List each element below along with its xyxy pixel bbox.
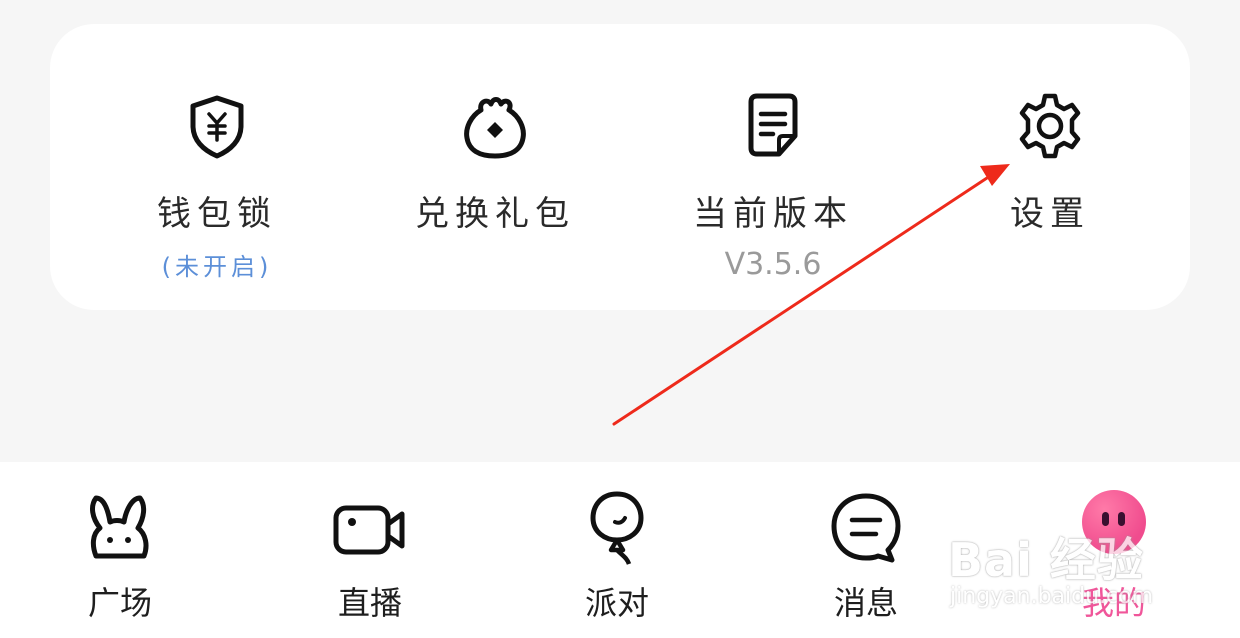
version-number: V3.5.6	[724, 247, 822, 282]
tab-label: 我的	[1081, 584, 1146, 622]
party-balloon-icon	[577, 488, 657, 568]
tab-label: 广场	[87, 584, 152, 622]
document-icon	[737, 90, 809, 162]
tab-live[interactable]: 直播	[270, 488, 470, 624]
menu-item-redeem-gift[interactable]: 兑换礼包	[385, 90, 605, 235]
money-bag-icon	[459, 90, 531, 162]
tab-me[interactable]: 我的	[1014, 488, 1214, 624]
chat-bubble-icon	[826, 488, 906, 568]
shield-yuan-icon	[181, 90, 253, 162]
tab-party[interactable]: 派对	[517, 488, 717, 624]
menu-label: 钱包锁	[157, 194, 277, 234]
menu-label: 当前版本	[693, 194, 853, 234]
avatar-icon	[1082, 490, 1146, 554]
tab-label: 直播	[337, 584, 402, 622]
menu-label: 设置	[1010, 194, 1090, 234]
tab-plaza[interactable]: 广场	[20, 488, 220, 624]
menu-item-wallet-lock[interactable]: 钱包锁 (未开启)	[107, 90, 327, 282]
settings-card: 钱包锁 (未开启) 兑换礼包 当前版本 V3.5.6 设置	[50, 24, 1190, 310]
menu-label: 兑换礼包	[415, 194, 575, 234]
tab-label: 消息	[833, 584, 898, 622]
bottom-tab-bar: 广场 直播 派对 消息 我的	[0, 462, 1240, 638]
gear-icon	[1014, 90, 1086, 162]
wallet-lock-status: (未开启)	[161, 253, 273, 281]
tab-label: 派对	[584, 584, 649, 622]
menu-item-settings[interactable]: 设置	[940, 90, 1160, 235]
menu-item-version[interactable]: 当前版本 V3.5.6	[663, 90, 883, 282]
bunny-icon	[80, 488, 160, 568]
video-camera-icon	[330, 488, 410, 568]
tab-messages[interactable]: 消息	[766, 488, 966, 624]
